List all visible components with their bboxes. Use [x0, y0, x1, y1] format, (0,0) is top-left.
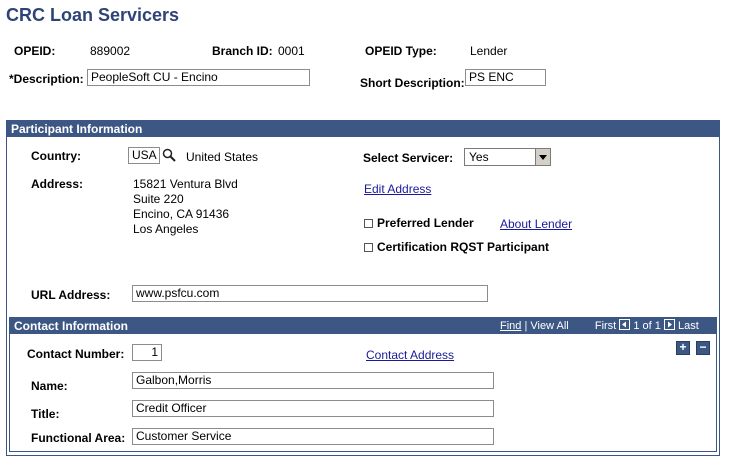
- certification-checkbox[interactable]: [364, 243, 373, 252]
- title-input[interactable]: Credit Officer: [132, 400, 494, 417]
- url-address-input[interactable]: www.psfcu.com: [132, 285, 488, 302]
- select-servicer-value: Yes: [469, 150, 489, 164]
- preferred-lender-label: Preferred Lender: [377, 216, 474, 230]
- preferred-lender-checkbox[interactable]: [364, 219, 373, 228]
- view-all-link[interactable]: View All: [530, 320, 568, 332]
- contact-number-input[interactable]: 1: [132, 344, 162, 361]
- branch-id-label: Branch ID:: [212, 44, 273, 58]
- opeid-type-label: OPEID Type:: [365, 44, 437, 58]
- contact-information-header: Contact Information Find | View All Firs…: [10, 318, 716, 334]
- description-input[interactable]: PeopleSoft CU - Encino: [87, 69, 310, 86]
- participant-information-header: Participant Information: [7, 121, 719, 137]
- select-servicer-label: Select Servicer:: [363, 151, 454, 165]
- country-input[interactable]: USA: [128, 147, 160, 164]
- add-row-button[interactable]: +: [676, 341, 690, 355]
- opeid-label: OPEID:: [14, 44, 56, 58]
- address-line-4: Los Angeles: [133, 222, 199, 236]
- row-count: 1 of 1: [633, 320, 661, 332]
- edit-address-link[interactable]: Edit Address: [364, 182, 431, 196]
- name-input[interactable]: Galbon,Morris: [132, 372, 494, 389]
- title-label: Title:: [31, 407, 60, 421]
- preferred-lender-row[interactable]: Preferred Lender: [364, 216, 474, 230]
- address-label: Address:: [31, 177, 84, 191]
- address-line-1: 15821 Ventura Blvd: [133, 177, 238, 191]
- name-label: Name:: [31, 379, 68, 393]
- chevron-down-icon[interactable]: [535, 149, 550, 165]
- branch-id-value: 0001: [278, 44, 305, 58]
- certification-row[interactable]: Certification RQST Participant: [364, 240, 549, 254]
- magnifier-icon[interactable]: [162, 148, 176, 162]
- short-description-label: Short Description:: [360, 76, 465, 90]
- contact-number-label: Contact Number:: [27, 347, 125, 361]
- functional-area-label: Functional Area:: [31, 431, 126, 445]
- certification-label: Certification RQST Participant: [377, 240, 550, 254]
- functional-area-input[interactable]: Customer Service: [132, 428, 494, 445]
- description-label: *Description:: [9, 72, 84, 86]
- short-description-input[interactable]: PS ENC: [465, 69, 546, 86]
- opeid-type-value: Lender: [470, 44, 508, 58]
- contact-information-title: Contact Information: [14, 319, 128, 333]
- address-line-3: Encino, CA 91436: [133, 207, 230, 221]
- country-name: United States: [186, 150, 259, 164]
- address-line-2: Suite 220: [133, 192, 184, 206]
- page-title: CRC Loan Servicers: [6, 5, 180, 25]
- arrow-right-icon[interactable]: [663, 319, 675, 330]
- nav-separator: |: [524, 320, 528, 332]
- contact-nav: Find | View All First 1 of 1 Last: [500, 318, 699, 334]
- opeid-value: 889002: [90, 44, 131, 58]
- first-label[interactable]: First: [595, 320, 616, 332]
- remove-row-button[interactable]: −: [696, 341, 710, 355]
- about-lender-link[interactable]: About Lender: [500, 217, 572, 231]
- contact-address-link[interactable]: Contact Address: [366, 348, 454, 362]
- last-label[interactable]: Last: [678, 320, 699, 332]
- url-address-label: URL Address:: [31, 288, 111, 302]
- select-servicer-dropdown[interactable]: Yes: [464, 148, 551, 166]
- find-link[interactable]: Find: [500, 320, 521, 332]
- country-label: Country:: [31, 149, 81, 163]
- arrow-left-icon[interactable]: [619, 319, 631, 330]
